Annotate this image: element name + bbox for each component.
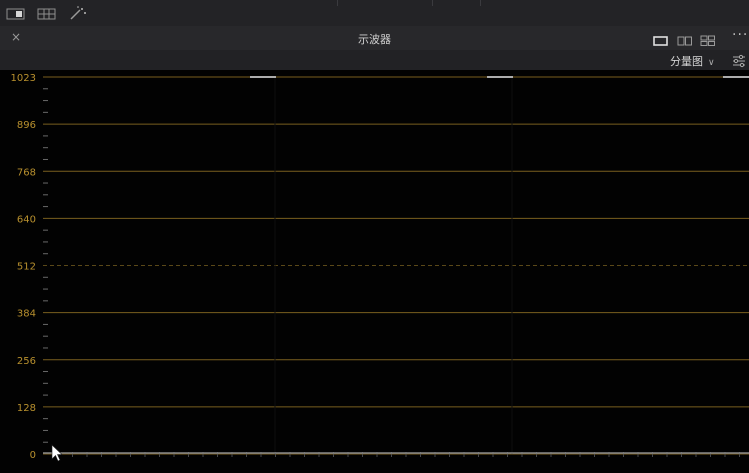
dual-view-icon[interactable] bbox=[677, 32, 693, 51]
panel-title: 示波器 bbox=[358, 33, 391, 46]
y-axis-label: 256 bbox=[17, 356, 36, 367]
y-axis-label: 384 bbox=[17, 309, 36, 320]
waveform-scope: 1023 896 768 640 512 384 256 128 0 bbox=[0, 70, 749, 473]
toolbar-separator bbox=[432, 0, 433, 6]
scope-options-bar: 分量图 ∨ bbox=[0, 50, 749, 70]
panel-header: × 示波器 ··· bbox=[0, 26, 749, 51]
y-axis-label: 1023 bbox=[11, 73, 36, 84]
magic-wand-icon[interactable] bbox=[68, 6, 88, 20]
quad-view-icon[interactable] bbox=[700, 32, 716, 51]
top-toolbar bbox=[0, 0, 749, 27]
y-axis-label: 768 bbox=[17, 167, 36, 178]
y-axis-label: 896 bbox=[17, 120, 36, 131]
single-view-icon[interactable] bbox=[653, 32, 669, 51]
display-mode-label: 分量图 bbox=[670, 55, 703, 68]
y-axis-label: 0 bbox=[30, 450, 36, 461]
viewer-layout-icon[interactable] bbox=[6, 6, 26, 20]
mouse-cursor-icon bbox=[51, 444, 63, 462]
display-mode-dropdown[interactable]: 分量图 ∨ bbox=[670, 53, 715, 69]
grid-layout-icon[interactable] bbox=[37, 6, 57, 20]
toolbar-separator bbox=[337, 0, 338, 6]
y-axis-label: 512 bbox=[17, 262, 36, 273]
chevron-down-icon: ∨ bbox=[708, 58, 715, 68]
y-axis-label: 128 bbox=[17, 403, 36, 414]
scope-graticule: 1023 896 768 640 512 384 256 128 0 bbox=[11, 73, 749, 462]
more-options-icon[interactable]: ··· bbox=[732, 27, 748, 43]
toolbar-separator bbox=[480, 0, 481, 6]
y-axis-label: 640 bbox=[17, 214, 36, 225]
